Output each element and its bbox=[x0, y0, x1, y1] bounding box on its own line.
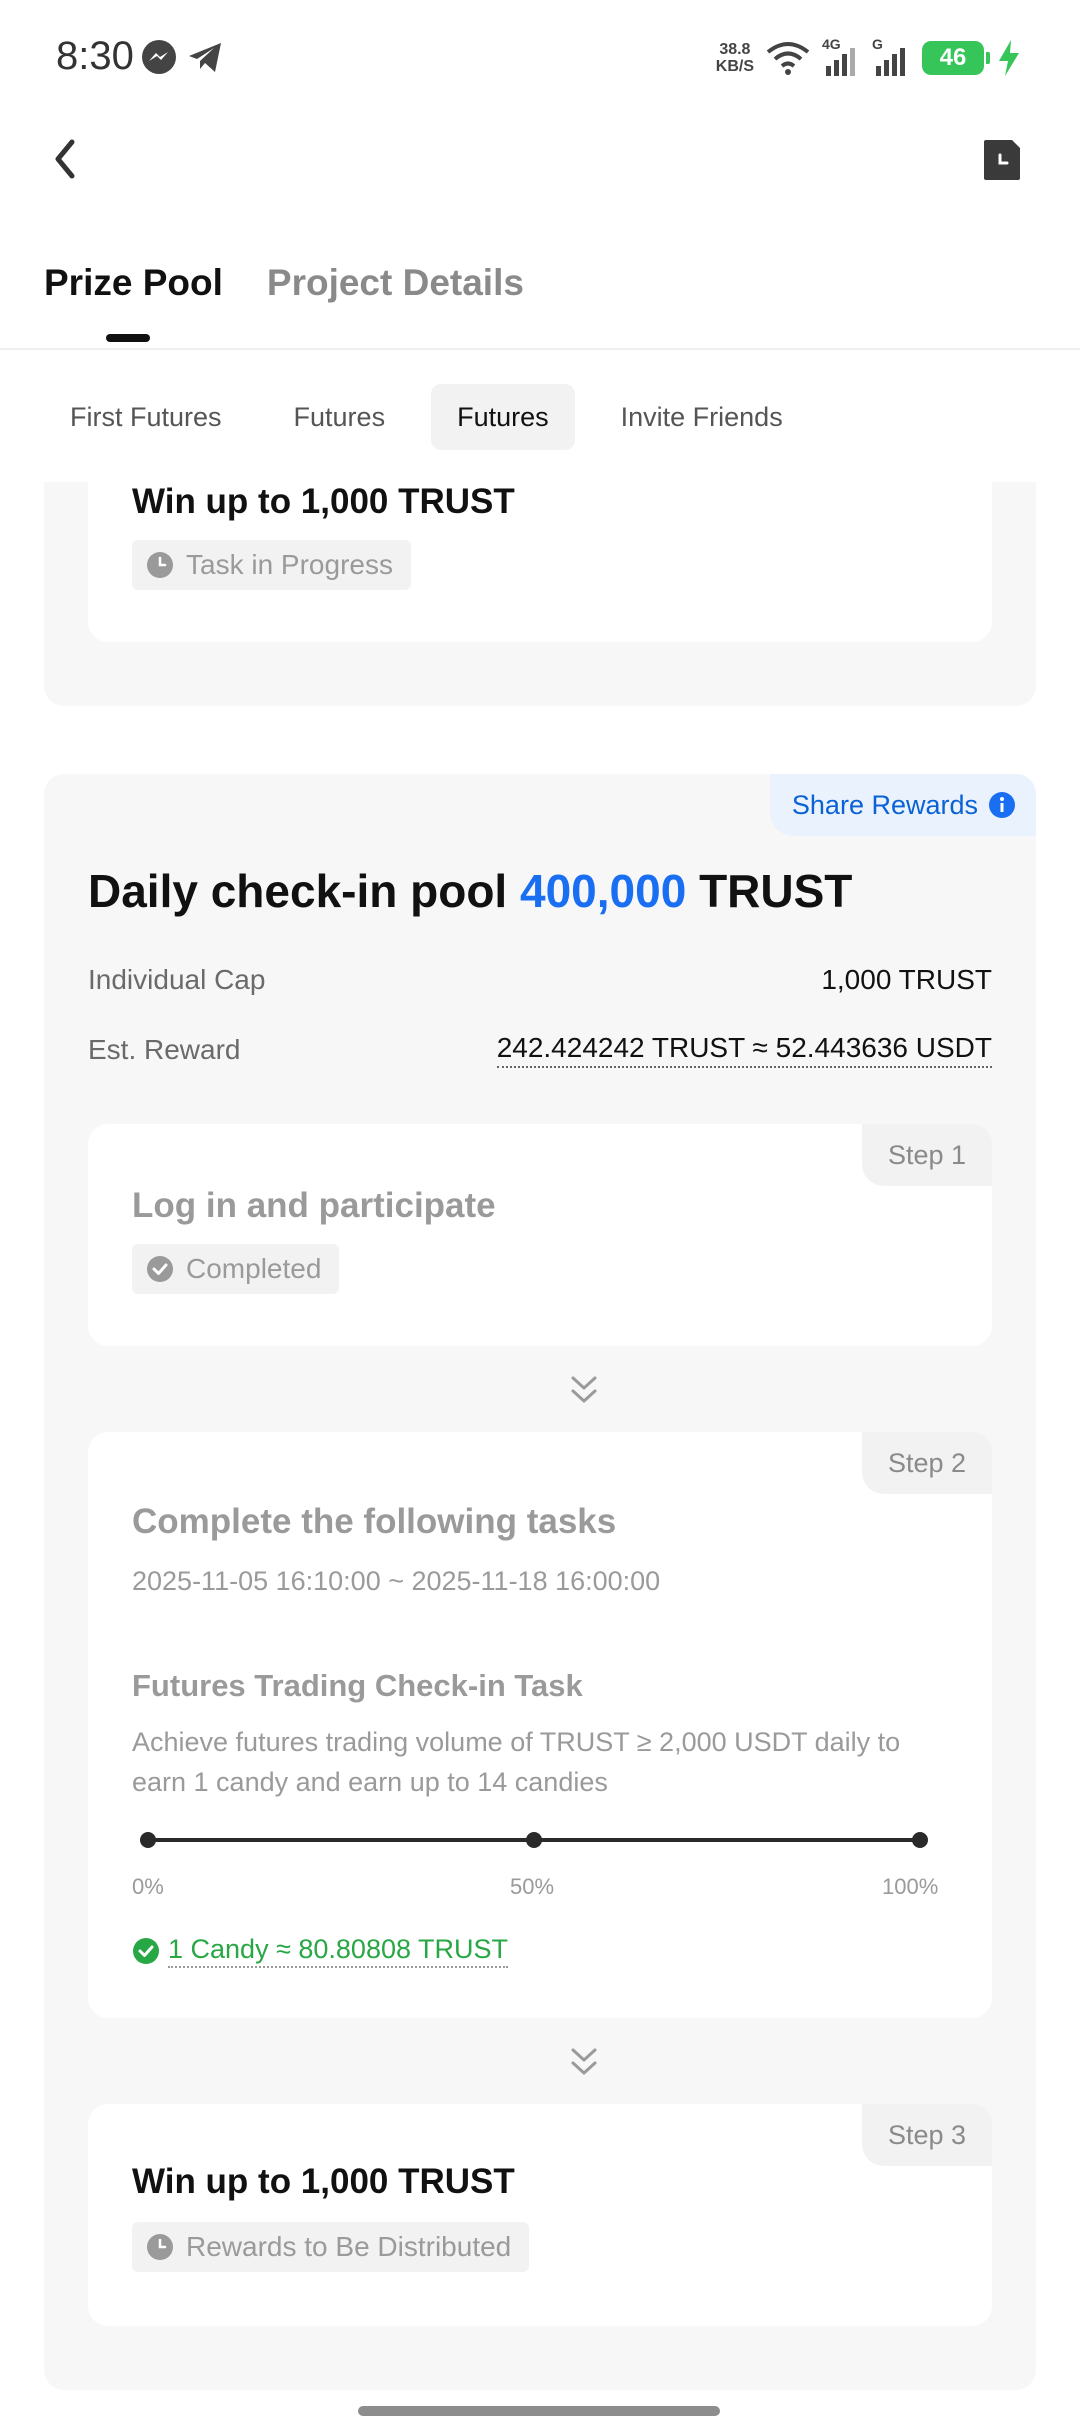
subtab-futures-active[interactable]: Futures bbox=[431, 384, 575, 450]
tab-project-details-label: Project Details bbox=[266, 262, 524, 303]
double-chevron-down-icon-2 bbox=[571, 2048, 597, 2075]
step-2-card: Step 2 Complete the following tasks 2025… bbox=[88, 1432, 992, 2018]
step-1-status: Completed bbox=[132, 1244, 340, 1294]
active-tab-indicator bbox=[106, 334, 150, 342]
messenger-icon bbox=[142, 40, 176, 74]
green-check-icon bbox=[133, 1938, 159, 1964]
daily-checkin-pool-panel: Share Rewards Daily check-in pool 400,00… bbox=[44, 774, 1036, 2390]
tabs-divider bbox=[0, 348, 1080, 350]
status-right: 38.8 KB/S 4G G 46 bbox=[716, 36, 1022, 80]
subtab-futures[interactable]: Futures bbox=[268, 384, 412, 450]
main-tabs: Prize Pool Project Details bbox=[44, 262, 524, 342]
step-3-status: Rewards to Be Distributed bbox=[132, 2222, 530, 2272]
individual-cap-label: Individual Cap bbox=[88, 964, 266, 995]
pool-title-prefix: Daily check-in pool bbox=[88, 865, 508, 917]
back-chevron-icon[interactable] bbox=[44, 132, 90, 186]
progress-label-100: 100% bbox=[882, 1874, 939, 1899]
progress-dot-end bbox=[912, 1832, 928, 1848]
clock-icon-2 bbox=[147, 2234, 173, 2260]
telegram-icon bbox=[189, 43, 221, 72]
candy-rate-text: 1 Candy ≈ 80.80808 TRUST bbox=[168, 1934, 509, 1968]
step-3-status-label: Rewards to Be Distributed bbox=[186, 2231, 512, 2262]
subtask-title: Futures Trading Check-in Task bbox=[132, 1668, 583, 1703]
step-3-card: Step 3 Win up to 1,000 TRUST Rewards to … bbox=[88, 2104, 992, 2326]
previous-task-panel: Win up to 1,000 TRUST Task in Progress bbox=[44, 482, 1036, 706]
step-3-title: Win up to 1,000 TRUST bbox=[132, 2162, 515, 2201]
previous-task-title: Win up to 1,000 TRUST bbox=[132, 482, 515, 521]
tab-project-details[interactable]: Project Details bbox=[267, 262, 524, 334]
sub-tabs: First Futures Futures Futures Invite Fri… bbox=[44, 384, 809, 450]
charging-icon bbox=[999, 40, 1019, 76]
signal-4g-icon: 4G bbox=[822, 36, 860, 78]
step-1-title: Log in and participate bbox=[132, 1186, 496, 1225]
est-reward-label: Est. Reward bbox=[88, 1034, 241, 1065]
step-2-title: Complete the following tasks bbox=[132, 1502, 617, 1541]
est-reward-value[interactable]: 242.424242 TRUST ≈ 52.443636 USDT bbox=[496, 1032, 992, 1068]
step-3-tag: Step 3 bbox=[862, 2104, 992, 2166]
previous-task-status: Task in Progress bbox=[132, 540, 411, 590]
status-bar: 8:30 38.8 KB/S 4G G 46 bbox=[0, 0, 1080, 118]
scroll-content[interactable]: Win up to 1,000 TRUST Task in Progress S… bbox=[0, 482, 1080, 2436]
status-time: 8:30 bbox=[56, 34, 134, 78]
progress-label-50: 50% bbox=[510, 1874, 555, 1899]
share-rewards-label: Share Rewards bbox=[791, 789, 978, 820]
tab-prize-pool-label: Prize Pool bbox=[44, 262, 223, 303]
double-chevron-down-icon bbox=[571, 1376, 597, 1403]
progress-dot-start bbox=[140, 1832, 156, 1848]
wifi-icon bbox=[766, 42, 810, 75]
subtab-invite-friends[interactable]: Invite Friends bbox=[595, 384, 809, 450]
progress-dot-middle bbox=[526, 1832, 542, 1848]
previous-task-status-label: Task in Progress bbox=[186, 549, 393, 580]
tab-prize-pool[interactable]: Prize Pool bbox=[44, 262, 223, 342]
info-icon[interactable] bbox=[988, 791, 1016, 819]
step-1-tag: Step 1 bbox=[862, 1124, 992, 1186]
individual-cap-value: 1,000 TRUST bbox=[821, 964, 992, 995]
home-indicator[interactable] bbox=[358, 2406, 720, 2416]
pool-title: Daily check-in pool 400,000 TRUST bbox=[88, 864, 852, 918]
step-1-card: Step 1 Log in and participate Completed bbox=[88, 1124, 992, 1346]
step-2-date-range: 2025-11-05 16:10:00 ~ 2025-11-18 16:00:0… bbox=[132, 1566, 661, 1596]
subtab-first-futures[interactable]: First Futures bbox=[44, 384, 248, 450]
pool-amount: 400,000 bbox=[520, 865, 687, 917]
history-document-icon[interactable] bbox=[982, 138, 1022, 182]
step-1-status-label: Completed bbox=[186, 1253, 322, 1284]
check-circle-icon bbox=[147, 1256, 173, 1282]
checkin-progress-bar bbox=[140, 1832, 928, 1848]
signal-g-icon: G bbox=[872, 36, 910, 78]
network-speed: 38.8 KB/S bbox=[716, 41, 754, 75]
step-2-tag: Step 2 bbox=[862, 1432, 992, 1494]
candy-rate[interactable]: 1 Candy ≈ 80.80808 TRUST bbox=[132, 1934, 509, 1968]
subtask-description: Achieve futures trading volume of TRUST … bbox=[132, 1727, 901, 1797]
speed-unit: KB/S bbox=[715, 58, 754, 75]
battery-indicator: 46 bbox=[922, 41, 990, 75]
speed-value: 38.8 bbox=[719, 41, 751, 58]
previous-task-card: Win up to 1,000 TRUST Task in Progress bbox=[88, 482, 992, 642]
progress-label-0: 0% bbox=[132, 1874, 164, 1899]
pool-title-suffix: TRUST bbox=[699, 865, 853, 917]
share-rewards-badge[interactable]: Share Rewards bbox=[769, 774, 1036, 836]
clock-icon bbox=[147, 552, 173, 578]
